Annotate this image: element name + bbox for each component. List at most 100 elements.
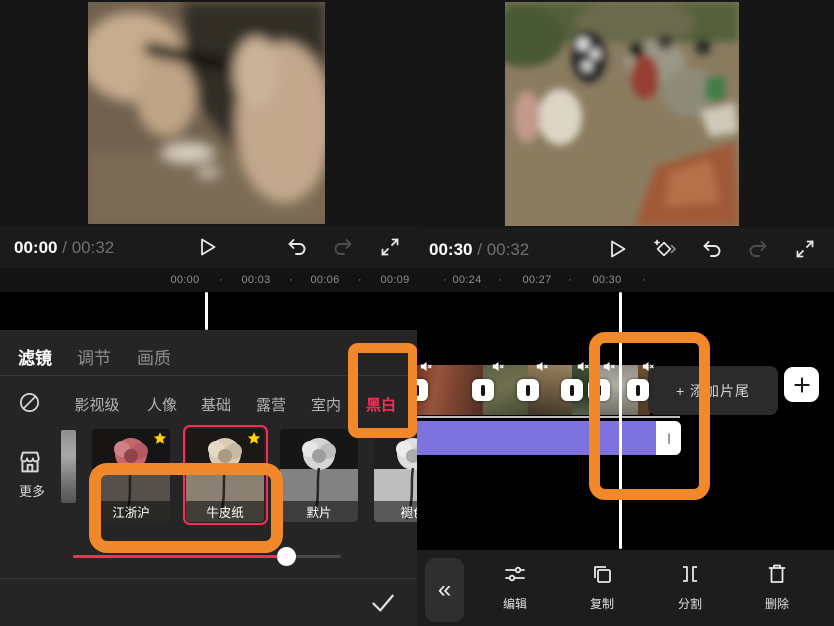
ruler-label: 00:03	[241, 274, 270, 286]
time-separator: /	[477, 240, 482, 259]
left-screenshot: 00:00 / 00:32 00:00 · 00:03 · 00:06 ·	[0, 0, 417, 626]
right-screenshot: 00:30 / 00:32	[417, 0, 834, 626]
sliders-icon	[503, 562, 527, 586]
transition-button[interactable]	[588, 379, 610, 401]
copy-label: 复制	[570, 595, 634, 612]
app-screenshot: 00:00 / 00:32 00:00 · 00:03 · 00:06 ·	[0, 0, 834, 626]
filter-panel: 滤镜 调节 画质 影视级 人像 基础 露营 室内 黑白 更多	[0, 330, 417, 626]
ruler-label: 00:00	[170, 274, 199, 286]
ruler-dot: ·	[358, 274, 362, 286]
left-time-display: 00:00 / 00:32	[14, 238, 114, 258]
no-filter-icon[interactable]	[18, 391, 41, 414]
tab-adjust[interactable]: 调节	[77, 344, 111, 369]
right-time-display: 00:30 / 00:32	[429, 240, 529, 260]
copy-icon	[590, 562, 614, 586]
category-portrait[interactable]: 人像	[147, 394, 177, 415]
redo-icon[interactable]	[746, 237, 770, 261]
ruler-label: 00:06	[310, 274, 339, 286]
time-separator: /	[62, 238, 67, 257]
transition-button[interactable]	[561, 379, 583, 401]
slider-knob[interactable]	[277, 547, 296, 566]
trash-icon	[765, 562, 789, 586]
fullscreen-icon[interactable]	[793, 237, 817, 261]
split-button[interactable]: 分割	[658, 562, 722, 612]
more-label: 更多	[15, 481, 49, 500]
total-time: 00:32	[487, 240, 530, 259]
edit-label: 编辑	[483, 595, 547, 612]
transition-button[interactable]	[627, 379, 649, 401]
mute-icon	[577, 359, 590, 370]
filter-name: 褪色	[374, 501, 417, 522]
add-keyframe-icon[interactable]	[653, 237, 677, 261]
filter-item-jiangzhehu[interactable]: 江浙沪	[92, 429, 170, 522]
divider	[0, 578, 417, 579]
selected-filter-outline	[183, 425, 268, 525]
left-video-preview	[88, 2, 325, 224]
copy-button[interactable]: 复制	[570, 562, 634, 612]
tab-filters[interactable]: 滤镜	[18, 344, 52, 369]
right-preview-area	[417, 0, 834, 228]
left-playback-controls: 00:00 / 00:32	[0, 226, 417, 268]
play-icon[interactable]	[605, 237, 629, 261]
track-trim-handle[interactable]	[656, 421, 681, 455]
left-timeline-ruler: 00:00 · 00:03 · 00:06 · 00:09	[0, 268, 417, 292]
current-time: 00:00	[14, 238, 57, 257]
ruler-dot: ·	[498, 274, 502, 286]
filter-store-more[interactable]: 更多	[15, 448, 49, 500]
confirm-check-icon[interactable]	[369, 589, 396, 616]
mute-icon	[536, 359, 549, 370]
transition-button[interactable]	[517, 379, 539, 401]
track-highlight-line	[417, 416, 680, 418]
edit-button[interactable]: 编辑	[483, 562, 547, 612]
divider	[0, 375, 417, 376]
category-bw[interactable]: 黑白	[366, 394, 396, 415]
ruler-dot: ·	[568, 274, 572, 286]
right-playback-controls: 00:30 / 00:32	[417, 228, 834, 270]
play-icon[interactable]	[195, 235, 219, 259]
delete-label: 删除	[745, 595, 809, 612]
bottom-toolbar: « 编辑 复制 分割 删除	[417, 550, 834, 626]
favorite-star-icon	[153, 431, 167, 445]
plus-icon	[792, 375, 812, 395]
undo-icon[interactable]	[285, 235, 309, 259]
category-cinematic[interactable]: 影视级	[74, 394, 119, 415]
category-indoor[interactable]: 室内	[311, 394, 341, 415]
right-video-preview	[505, 2, 739, 226]
ruler-label: 00:09	[380, 274, 409, 286]
total-time: 00:32	[72, 238, 115, 257]
collapse-toolbar-button[interactable]: «	[425, 558, 464, 622]
filter-name: 默片	[280, 501, 358, 522]
ruler-dot: ·	[289, 274, 293, 286]
filter-intensity-slider[interactable]	[73, 555, 341, 558]
redo-icon[interactable]	[331, 235, 355, 259]
current-time: 00:30	[429, 240, 472, 259]
transition-button[interactable]	[472, 379, 494, 401]
split-icon	[678, 562, 702, 586]
mute-icon	[603, 359, 616, 370]
fullscreen-icon[interactable]	[378, 235, 402, 259]
filter-thumb-partial[interactable]	[61, 430, 76, 503]
slider-fill	[73, 555, 287, 558]
transition-button[interactable]	[417, 379, 428, 401]
add-ending-button[interactable]: + 添加片尾	[648, 366, 778, 415]
split-label: 分割	[658, 595, 722, 612]
mute-icon	[492, 359, 505, 370]
playhead	[619, 292, 622, 549]
add-clip-button[interactable]	[784, 367, 819, 402]
ruler-label: 00:30	[592, 274, 621, 286]
ruler-label: 00:24	[452, 274, 481, 286]
ruler-dot: ·	[642, 274, 646, 286]
undo-icon[interactable]	[700, 237, 724, 261]
tab-quality[interactable]: 画质	[137, 344, 171, 369]
ruler-dot: ·	[443, 274, 447, 286]
store-icon	[15, 448, 45, 476]
ruler-label: 00:27	[522, 274, 551, 286]
filter-item-mopian[interactable]: 默片	[280, 429, 358, 522]
mute-icon	[642, 359, 655, 370]
ruler-dot: ·	[219, 274, 223, 286]
category-camping[interactable]: 露营	[256, 394, 286, 415]
filter-name: 江浙沪	[92, 501, 170, 522]
filter-item-tuise[interactable]: 褪色	[374, 429, 417, 522]
delete-button[interactable]: 删除	[745, 562, 809, 612]
category-basic[interactable]: 基础	[201, 394, 231, 415]
